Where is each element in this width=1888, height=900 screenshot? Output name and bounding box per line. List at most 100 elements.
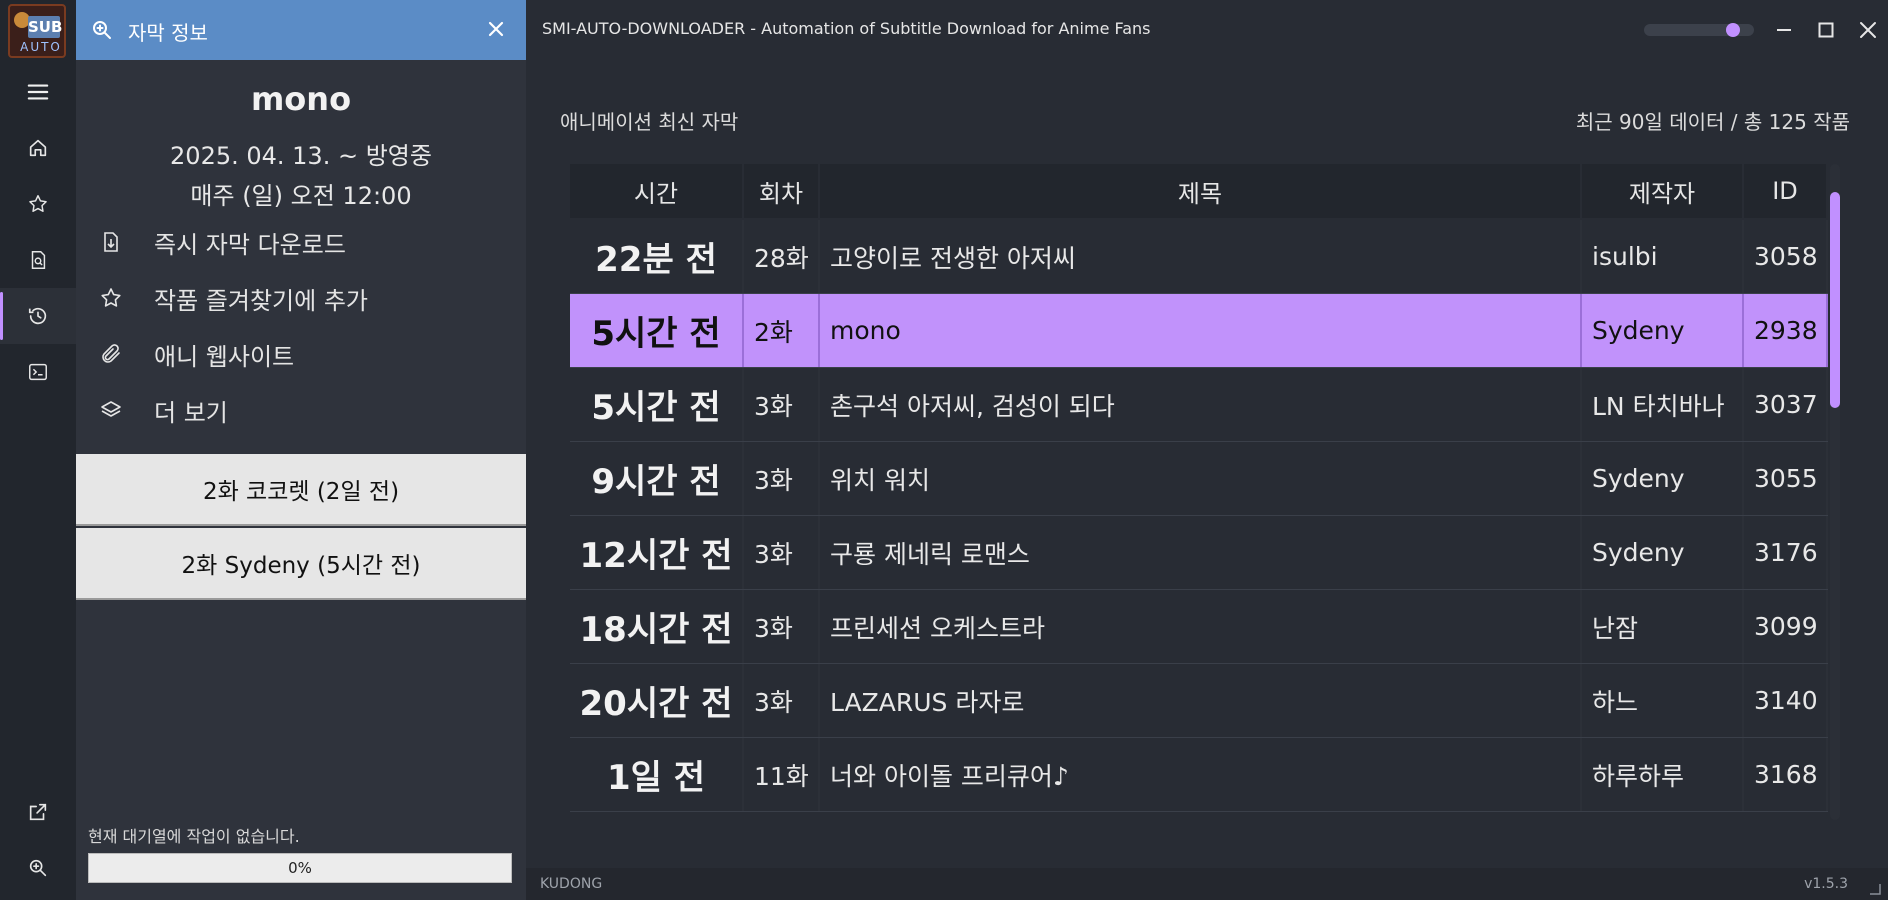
action-label: 애니 웹사이트 — [154, 342, 295, 371]
cell-maker: 난잠 — [1582, 590, 1744, 663]
window-title: SMI-AUTO-DOWNLOADER - Automation of Subt… — [542, 19, 1151, 38]
nav-external-button[interactable] — [0, 784, 76, 840]
table-row[interactable]: 9시간 전 3화 위치 워치 Sydeny 3055 — [570, 442, 1828, 516]
zoom-slider[interactable] — [1644, 23, 1754, 37]
anime-website-link[interactable]: 애니 웹사이트 — [96, 332, 516, 376]
status-author: KUDONG — [540, 876, 603, 892]
table-row[interactable]: 12시간 전 3화 구룡 제네릭 로맨스 Sydeny 3176 — [570, 516, 1828, 590]
cell-episode: 2화 — [744, 294, 820, 367]
nav-terminal-button[interactable] — [0, 344, 76, 400]
search-clear-button[interactable] — [484, 17, 508, 41]
column-header-title[interactable]: 제목 — [820, 164, 1582, 218]
cell-time: 5시간 전 — [570, 294, 744, 367]
add-favorite-button[interactable]: 작품 즐겨찾기에 추가 — [96, 276, 516, 320]
cell-episode: 3화 — [744, 516, 820, 589]
action-label: 작품 즐겨찾기에 추가 — [154, 286, 368, 315]
nav-zoom-button[interactable] — [0, 840, 76, 896]
section-title: 애니메이션 최신 자막 — [560, 110, 739, 134]
cell-id: 3176 — [1744, 516, 1828, 589]
nav-home-button[interactable] — [0, 120, 76, 176]
search-input[interactable] — [126, 14, 460, 48]
cell-maker: 하루하루 — [1582, 738, 1744, 811]
cell-title: 구룡 제네릭 로맨스 — [820, 516, 1582, 589]
column-header-maker[interactable]: 제작자 — [1582, 164, 1744, 218]
cell-time: 12시간 전 — [570, 516, 744, 589]
cell-maker: Sydeny — [1582, 294, 1744, 367]
cell-title: LAZARUS 라자로 — [820, 664, 1582, 737]
cell-time: 1일 전 — [570, 738, 744, 811]
cell-time: 5시간 전 — [570, 368, 744, 441]
logo-text-auto: AUTO — [20, 40, 62, 54]
cell-title: 촌구석 아저씨, 검성이 되다 — [820, 368, 1582, 441]
more-button[interactable]: 더 보기 — [96, 388, 516, 432]
cell-episode: 3화 — [744, 590, 820, 663]
minimize-icon — [1777, 29, 1791, 31]
cell-title: 위치 워치 — [820, 442, 1582, 515]
table-header: 시간 회차 제목 제작자 ID — [570, 164, 1828, 218]
cell-maker: LN 타치바나 — [1582, 368, 1744, 441]
nav-favorites-button[interactable] — [0, 176, 76, 232]
minimize-button[interactable] — [1768, 14, 1800, 46]
nav-search-button[interactable] — [0, 232, 76, 288]
cell-maker: isulbi — [1582, 220, 1744, 293]
zoom-icon — [29, 859, 47, 877]
close-icon — [488, 21, 504, 37]
star-icon — [29, 195, 47, 212]
nav-menu-button[interactable] — [0, 64, 76, 120]
table-row[interactable]: 18시간 전 3화 프린세션 오케스트라 난잠 3099 — [570, 590, 1828, 664]
subtitle-option-button[interactable]: 2화 코코렛 (2일 전) — [76, 454, 526, 526]
nav-recent-button[interactable] — [0, 288, 76, 344]
column-header-episode[interactable]: 회차 — [744, 164, 820, 218]
table-row[interactable]: 5시간 전 3화 촌구석 아저씨, 검성이 되다 LN 타치바나 3037 — [570, 368, 1828, 442]
anime-title: mono — [250, 80, 352, 118]
cell-id: 2938 — [1744, 294, 1828, 367]
cell-episode: 28화 — [744, 220, 820, 293]
cell-id: 3168 — [1744, 738, 1828, 811]
queue-status-text: 현재 대기열에 작업이 없습니다. — [88, 827, 300, 846]
search-icon — [93, 21, 111, 39]
table-row[interactable]: 1일 전 11화 너와 아이돌 프리큐어♪ 하루하루 3168 — [570, 738, 1828, 812]
zoom-slider-knob[interactable] — [1725, 23, 1740, 37]
cell-id: 3058 — [1744, 220, 1828, 293]
cell-maker: Sydeny — [1582, 516, 1744, 589]
cell-episode: 3화 — [744, 664, 820, 737]
cell-title: 너와 아이돌 프리큐어♪ — [820, 738, 1582, 811]
maximize-icon — [1818, 22, 1834, 38]
search-bar — [76, 0, 526, 60]
maximize-button[interactable] — [1810, 14, 1842, 46]
cell-episode: 3화 — [744, 368, 820, 441]
cell-time: 20시간 전 — [570, 664, 744, 737]
cell-title: 고양이로 전생한 아저씨 — [820, 220, 1582, 293]
paperclip-icon — [96, 339, 126, 369]
terminal-icon — [29, 363, 47, 381]
close-button[interactable] — [1852, 14, 1884, 46]
nav-rail: SUB AUTO — [0, 0, 76, 900]
cell-maker: 하느 — [1582, 664, 1744, 737]
resize-grip-icon[interactable] — [1868, 882, 1882, 896]
table-scrollbar[interactable] — [1830, 164, 1840, 820]
anime-air-date: 2025. 04. 13. ~ 방영중 — [170, 142, 432, 170]
table-row[interactable]: 20시간 전 3화 LAZARUS 라자로 하느 3140 — [570, 664, 1828, 738]
column-header-id[interactable]: ID — [1744, 164, 1828, 218]
cell-id: 3037 — [1744, 368, 1828, 441]
search-doc-icon — [31, 251, 46, 269]
download-subtitle-now-button[interactable]: 즉시 자막 다운로드 — [96, 220, 516, 264]
cell-id: 3099 — [1744, 590, 1828, 663]
subtitle-option-button[interactable]: 2화 Sydeny (5시간 전) — [76, 528, 526, 600]
column-header-time[interactable]: 시간 — [570, 164, 744, 218]
table-scrollbar-thumb[interactable] — [1830, 192, 1840, 408]
history-icon — [28, 307, 47, 325]
app-logo: SUB AUTO — [8, 4, 66, 58]
layers-icon — [96, 395, 126, 425]
table-row[interactable]: 22분 전 28화 고양이로 전생한 아저씨 isulbi 3058 — [570, 220, 1828, 294]
anime-schedule: 매주 (일) 오전 12:00 — [190, 182, 412, 210]
cell-id: 3055 — [1744, 442, 1828, 515]
cell-time: 9시간 전 — [570, 442, 744, 515]
title-bar: SMI-AUTO-DOWNLOADER - Automation of Subt… — [526, 0, 1888, 60]
cell-episode: 3화 — [744, 442, 820, 515]
anime-info-panel: mono 2025. 04. 13. ~ 방영중 매주 (일) 오전 12:00… — [76, 0, 526, 900]
action-label: 더 보기 — [154, 398, 228, 427]
logo-text-sub: SUB — [28, 16, 63, 38]
queue-progress-bar: 0% — [88, 853, 512, 883]
table-row[interactable]: 5시간 전 2화 mono Sydeny 2938 — [570, 294, 1828, 368]
